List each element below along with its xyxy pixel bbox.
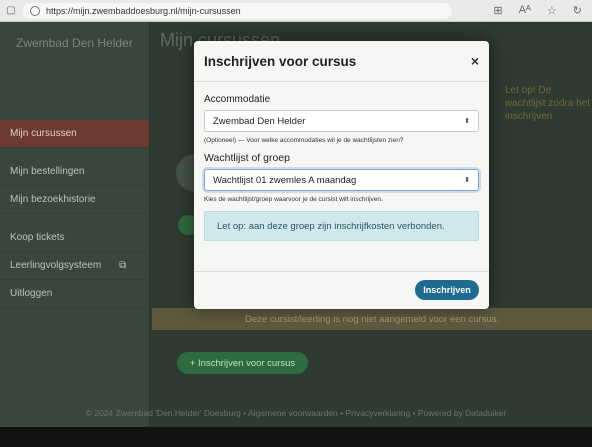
sidebar-item-label: Mijn bestellingen [10, 166, 85, 177]
chevron-updown-icon: ⬍ [464, 118, 470, 125]
accommodatie-select[interactable]: Zwembad Den Helder ⬍ [204, 110, 479, 132]
url-field[interactable]: https://mijn.zwembaddoesburg.nl/mijn-cur… [22, 2, 452, 19]
groep-help: Kies de wachtlijst/groep waarvoor je de … [204, 196, 383, 203]
site-info-icon[interactable] [30, 5, 40, 16]
read-aloud-icon[interactable]: Aᴬ [519, 4, 531, 17]
enroll-modal: Inschrijven voor cursus × Accommodatie Z… [194, 41, 489, 309]
sidebar: Zwembad Den Helder Mijn cursussen Mijn b… [0, 22, 150, 427]
enroll-course-button[interactable]: + Inschrijven voor cursus [177, 352, 308, 374]
url-text: https://mijn.zwembaddoesburg.nl/mijn-cur… [46, 5, 241, 16]
refresh-icon[interactable]: ↻ [573, 4, 582, 17]
not-registered-alert: Deze cursist/leerling is nog niet aangem… [152, 308, 592, 330]
costs-notice-text: Let op: aan deze groep zijn inschrijfkos… [217, 220, 445, 232]
favorite-icon[interactable]: ☆ [547, 4, 557, 17]
sidebar-item-label: Leerlingvolgsysteem [10, 260, 102, 271]
sidebar-item-mijn-cursussen[interactable]: Mijn cursussen [0, 120, 149, 148]
chevron-updown-icon: ⬍ [464, 177, 470, 184]
modal-header: Inschrijven voor cursus × [194, 41, 489, 82]
sidebar-item-mijn-bezoekhistorie[interactable]: Mijn bezoekhistorie [0, 186, 149, 214]
sidebar-item-label: Mijn cursussen [10, 128, 77, 139]
sidebar-item-koop-tickets[interactable]: Koop tickets [0, 224, 149, 252]
costs-notice: Let op: aan deze groep zijn inschrijfkos… [204, 211, 479, 241]
page-footer: © 2024 Zwembad 'Den Helder' Doesburg • A… [85, 408, 507, 418]
sidebar-item-label: Mijn bezoekhistorie [10, 194, 96, 205]
screen-bezel [0, 427, 592, 447]
sidebar-brand: Zwembad Den Helder [16, 36, 133, 50]
external-link-icon: ⧉ [119, 260, 127, 271]
grid-icon[interactable]: ⊞ [493, 4, 502, 17]
groep-select[interactable]: Wachtlijst 01 zwemles A maandag ⬍ [204, 169, 479, 191]
sidebar-item-label: Koop tickets [10, 232, 65, 243]
browser-actions: ⊞ Aᴬ ☆ ↻ [493, 4, 582, 17]
modal-body: Accommodatie Zwembad Den Helder ⬍ (Optio… [194, 82, 489, 249]
sidebar-item-leerlingvolgsysteem[interactable]: Leerlingvolgsysteem ⧉ [0, 252, 149, 280]
sidebar-item-uitloggen[interactable]: Uitloggen [0, 280, 149, 308]
accommodatie-label: Accommodatie [204, 94, 271, 105]
modal-title: Inschrijven voor cursus [204, 53, 357, 69]
waitlist-notice: Let op! De wachtlijst zodra het inschrij… [505, 85, 591, 122]
submit-button[interactable]: Inschrijven [415, 280, 479, 300]
browser-address-bar: ▢ https://mijn.zwembaddoesburg.nl/mijn-c… [0, 0, 592, 22]
sidebar-item-mijn-bestellingen[interactable]: Mijn bestellingen [0, 158, 149, 186]
accommodatie-value: Zwembad Den Helder [213, 115, 306, 127]
tab-icon[interactable]: ▢ [0, 0, 22, 22]
groep-label: Wachtlijst of groep [204, 152, 290, 164]
sidebar-item-label: Uitloggen [10, 288, 53, 299]
accommodatie-help: (Optioneel) — Voor welke accommodaties w… [204, 137, 404, 144]
modal-footer: Inschrijven [194, 271, 489, 309]
close-icon[interactable]: × [471, 53, 479, 69]
groep-value: Wachtlijst 01 zwemles A maandag [213, 174, 357, 186]
